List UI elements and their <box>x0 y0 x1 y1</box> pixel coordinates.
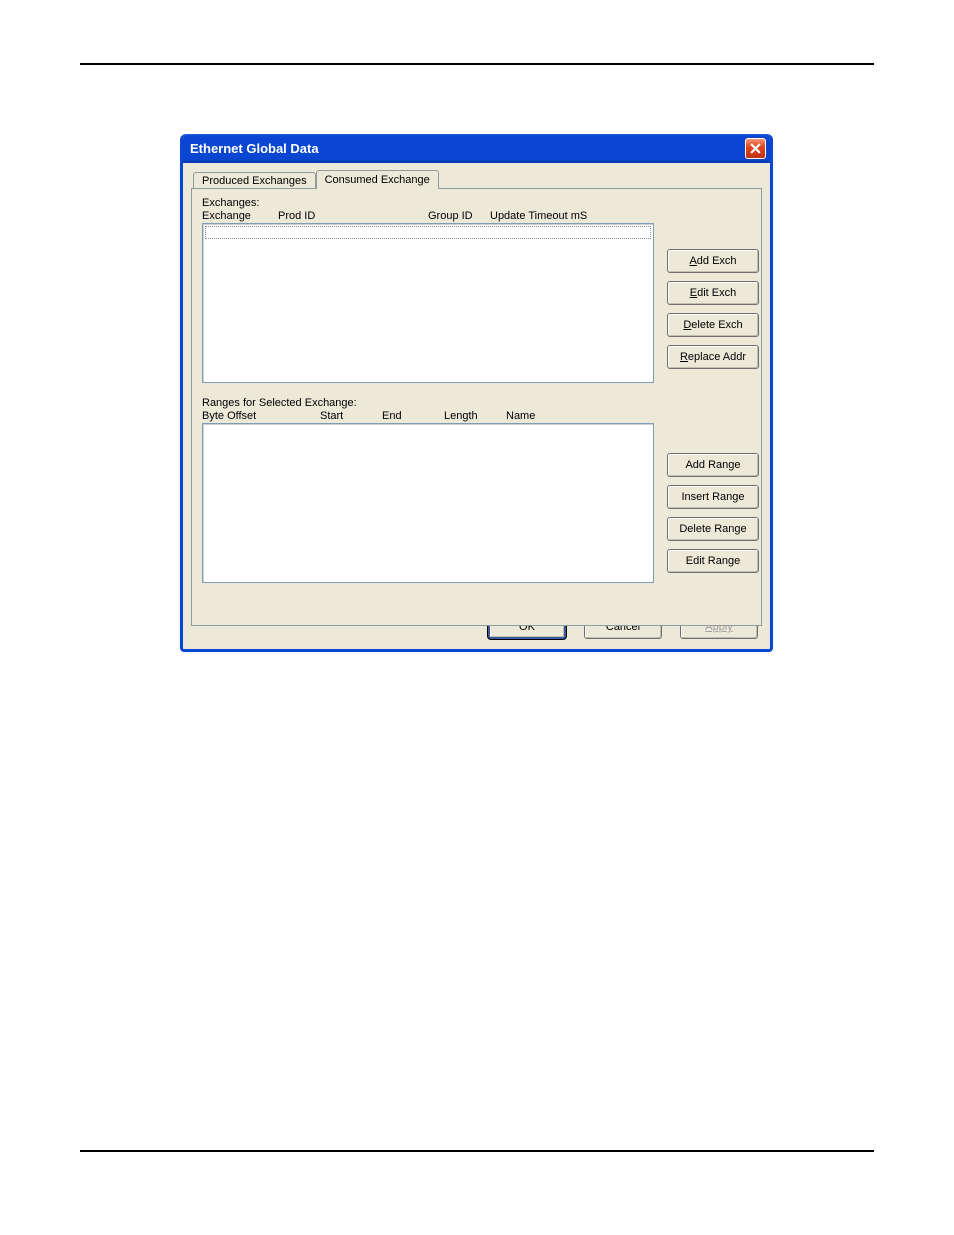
tab-page: Exchanges: Exchange Prod ID Group ID Upd… <box>191 188 762 626</box>
list-selection-focus <box>205 226 651 239</box>
col-exchange: Exchange <box>202 210 278 222</box>
tab-consumed-exchange[interactable]: Consumed Exchange <box>316 170 439 189</box>
button-label: Delete Range <box>679 523 746 535</box>
page-divider-top <box>80 63 874 65</box>
ranges-column-headers: Byte Offset Start End Length Name <box>202 410 753 422</box>
col-byte-offset: Byte Offset <box>202 410 320 422</box>
button-label: Insert Range <box>682 491 745 503</box>
col-end: End <box>382 410 444 422</box>
edit-exch-button[interactable]: Edit Exch <box>667 281 759 305</box>
button-label: Edit Exch <box>690 287 736 299</box>
col-name: Name <box>506 410 535 422</box>
titlebar[interactable]: Ethernet Global Data <box>183 134 770 163</box>
ranges-label: Ranges for Selected Exchange: <box>202 397 753 409</box>
exchanges-label: Exchanges: <box>202 197 753 209</box>
tab-label: Produced Exchanges <box>202 175 307 187</box>
delete-range-button[interactable]: Delete Range <box>667 517 759 541</box>
button-label: Edit Range <box>686 555 740 567</box>
delete-exch-button[interactable]: Delete Exch <box>667 313 759 337</box>
replace-addr-button[interactable]: Replace Addr <box>667 345 759 369</box>
ranges-listbox[interactable] <box>202 423 654 583</box>
button-label: Add Exch <box>689 255 736 267</box>
col-start: Start <box>320 410 382 422</box>
insert-range-button[interactable]: Insert Range <box>667 485 759 509</box>
close-icon <box>750 143 761 154</box>
col-length: Length <box>444 410 506 422</box>
button-label: Add Range <box>685 459 740 471</box>
tab-label: Consumed Exchange <box>325 174 430 186</box>
add-range-button[interactable]: Add Range <box>667 453 759 477</box>
col-update-timeout: Update Timeout mS <box>490 210 587 222</box>
col-group-id: Group ID <box>428 210 490 222</box>
close-button[interactable] <box>745 138 766 159</box>
button-label: Replace Addr <box>680 351 746 363</box>
exchanges-listbox[interactable] <box>202 223 654 383</box>
col-prod-id: Prod ID <box>278 210 428 222</box>
tab-strip: Produced Exchanges Consumed Exchange <box>193 169 762 189</box>
window-title: Ethernet Global Data <box>190 141 745 156</box>
exchange-buttons-group: Add Exch Edit Exch Delete Exch Replace A… <box>667 249 759 369</box>
range-buttons-group: Add Range Insert Range Delete Range Edit… <box>667 453 759 573</box>
edit-range-button[interactable]: Edit Range <box>667 549 759 573</box>
page-divider-bottom <box>80 1150 874 1152</box>
dialog-client-area: Produced Exchanges Consumed Exchange Exc… <box>183 163 770 649</box>
add-exch-button[interactable]: Add Exch <box>667 249 759 273</box>
ethernet-global-data-dialog: Ethernet Global Data Produced Exchanges … <box>180 134 773 652</box>
button-label: Delete Exch <box>683 319 742 331</box>
exchanges-column-headers: Exchange Prod ID Group ID Update Timeout… <box>202 210 753 222</box>
